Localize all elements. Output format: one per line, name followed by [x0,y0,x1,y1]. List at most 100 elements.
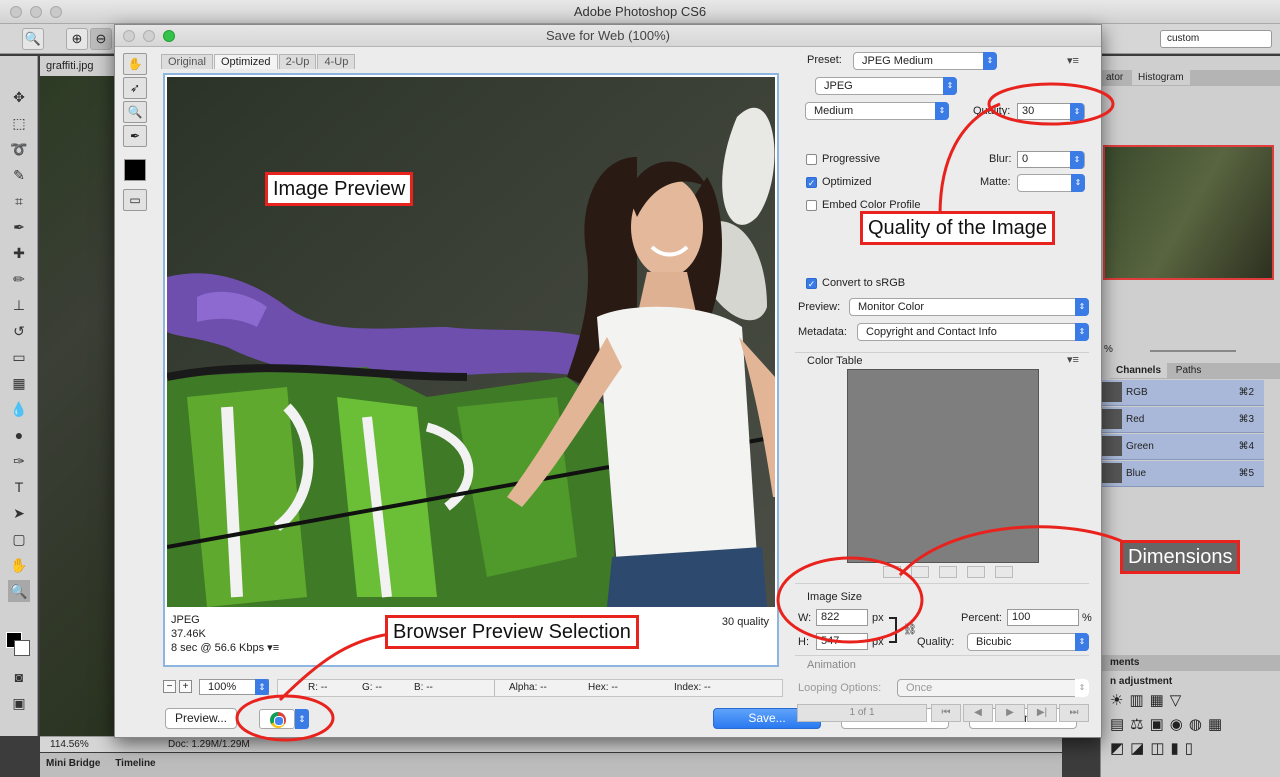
tab-histogram[interactable]: Histogram [1132,70,1190,85]
quality-input[interactable]: 30 [1017,103,1071,120]
background-color-swatch[interactable] [14,640,30,656]
preview-profile-select[interactable]: Monitor Color ⇕ [849,298,1089,316]
tab-navigator[interactable]: ator [1100,70,1129,85]
healing-tool-icon[interactable]: ✚ [8,242,30,264]
eyedropper-tool-icon[interactable]: ✒ [8,216,30,238]
zoom-tool-icon[interactable]: 🔍 [22,28,44,50]
slice-select-tool-icon[interactable]: ➶ [123,77,147,99]
map-transparent-icon[interactable] [883,566,901,578]
settings-menu-icon[interactable]: ▾≡ [1067,54,1079,67]
zoom-tool-icon[interactable]: 🔍 [123,101,147,123]
tab-4-up[interactable]: 4-Up [317,54,356,69]
optimized-checkbox[interactable]: ✓ [806,177,817,188]
embed-profile-checkbox[interactable] [806,200,817,211]
tab-channels[interactable]: Channels [1110,363,1168,378]
toggle-slices-icon[interactable]: ▭ [123,189,147,211]
channel-row[interactable]: Green ⌘4 [1100,434,1264,460]
crop-tool-icon[interactable]: ⌗ [8,190,30,212]
channel-row[interactable]: RGB ⌘2 [1100,380,1264,406]
zoom-in-icon[interactable]: ⊕ [66,28,88,50]
resample-select[interactable]: Bicubic ⇕ [967,633,1089,651]
last-frame-icon[interactable]: ⏭ [1059,704,1089,722]
tab-2-up[interactable]: 2-Up [278,54,317,69]
zoom-in-button[interactable]: + [179,680,192,693]
play-icon[interactable]: ▶ [995,704,1025,722]
tab-timeline[interactable]: Timeline [109,753,161,774]
matte-select[interactable]: ⇕ [1017,174,1085,192]
navigator-thumbnail[interactable] [1103,145,1274,280]
browser-stepper-icon[interactable]: ⇕ [295,709,309,729]
zoom-stepper-icon[interactable]: ⇕ [255,679,269,695]
adjustment-icons[interactable]: ☀▥▦▽ ▤⚖▣◉◍▦ ◩◪◫▮▯ [1110,689,1280,761]
metadata-select[interactable]: Copyright and Contact Info ⇕ [857,323,1089,341]
eyedropper-tool-icon[interactable]: ✒ [123,125,147,147]
format-select[interactable]: JPEG ⇕ [815,77,957,95]
dialog-close-button[interactable] [123,30,135,42]
zoom-window-button[interactable] [50,6,62,18]
tab-original[interactable]: Original [161,54,213,69]
navigator-zoom-slider[interactable] [1150,350,1236,352]
preview-menu-icon[interactable]: ▾≡ [267,642,279,654]
dodge-tool-icon[interactable]: ● [8,424,30,446]
tab-paths[interactable]: Paths [1170,363,1208,378]
tab-mini-bridge[interactable]: Mini Bridge [40,753,106,774]
screen-mode-icon[interactable]: ▣ [8,692,30,714]
link-proportions-icon[interactable]: ⛓ [903,623,917,636]
next-frame-icon[interactable]: ▶| [1027,704,1057,722]
prev-frame-icon[interactable]: ◀ [963,704,993,722]
lasso-tool-icon[interactable]: ➰ [8,138,30,160]
stamp-tool-icon[interactable]: ⊥ [8,294,30,316]
path-select-icon[interactable]: ➤ [8,502,30,524]
preview-profile-value: Monitor Color [858,301,925,313]
move-tool-icon[interactable]: ✥ [8,86,30,108]
image-preview-pane[interactable]: JPEG 37.46K 8 sec @ 56.6 Kbps ▾≡ 30 qual… [163,73,779,667]
channel-row[interactable]: Blue ⌘5 [1100,461,1264,487]
minimize-window-button[interactable] [30,6,42,18]
first-frame-icon[interactable]: ⏮ [931,704,961,722]
height-input[interactable]: 547 [816,633,868,650]
hand-tool-icon[interactable]: ✋ [8,554,30,576]
blur-stepper[interactable]: ⇕ [1070,151,1085,169]
brush-tool-icon[interactable]: ✏ [8,268,30,290]
looping-select[interactable]: Once ⇕ [897,679,1089,697]
history-brush-icon[interactable]: ↺ [8,320,30,342]
gradient-tool-icon[interactable]: ▦ [8,372,30,394]
width-input[interactable]: 822 [816,609,868,626]
eraser-tool-icon[interactable]: ▭ [8,346,30,368]
blur-tool-icon[interactable]: 💧 [8,398,30,420]
close-window-button[interactable] [10,6,22,18]
lock-color-icon[interactable] [939,566,957,578]
hand-tool-icon[interactable]: ✋ [123,53,147,75]
browser-select[interactable]: ⇕ [257,708,309,730]
percent-input[interactable]: 100 [1007,609,1079,626]
quick-select-tool-icon[interactable]: ✎ [8,164,30,186]
web-shift-icon[interactable] [911,566,929,578]
channel-row[interactable]: Red ⌘3 [1100,407,1264,433]
dialog-minimize-button[interactable] [143,30,155,42]
zoom-tool-active-icon[interactable]: 🔍 [8,580,30,602]
delete-color-icon[interactable] [995,566,1013,578]
marquee-tool-icon[interactable]: ⬚ [8,112,30,134]
dialog-zoom-button[interactable] [163,30,175,42]
shape-tool-icon[interactable]: ▢ [8,528,30,550]
blur-input[interactable]: 0 [1017,151,1071,168]
pen-tool-icon[interactable]: ✑ [8,450,30,472]
browser-select-box[interactable] [259,709,295,729]
quality-stepper[interactable]: ⇕ [1070,103,1085,121]
type-tool-icon[interactable]: T [8,476,30,498]
progressive-checkbox[interactable] [806,154,817,165]
eyedropper-color-swatch[interactable] [124,159,146,181]
tab-optimized[interactable]: Optimized [213,54,278,69]
document-tab[interactable]: graffiti.jpg [40,56,120,76]
zoom-out-button[interactable]: − [163,680,176,693]
preview-in-browser-button[interactable]: Preview... [165,708,237,729]
compression-select[interactable]: Medium ⇕ [805,102,949,120]
color-table-menu-icon[interactable]: ▾≡ [1067,353,1079,366]
workspace-select[interactable]: custom [1160,30,1272,48]
preset-select[interactable]: JPEG Medium ⇕ [853,52,997,70]
new-color-icon[interactable] [967,566,985,578]
quick-mask-icon[interactable]: ◙ [8,666,30,688]
convert-srgb-checkbox[interactable]: ✓ [806,278,817,289]
preview-image[interactable] [167,77,775,607]
zoom-out-icon[interactable]: ⊖ [90,28,112,50]
